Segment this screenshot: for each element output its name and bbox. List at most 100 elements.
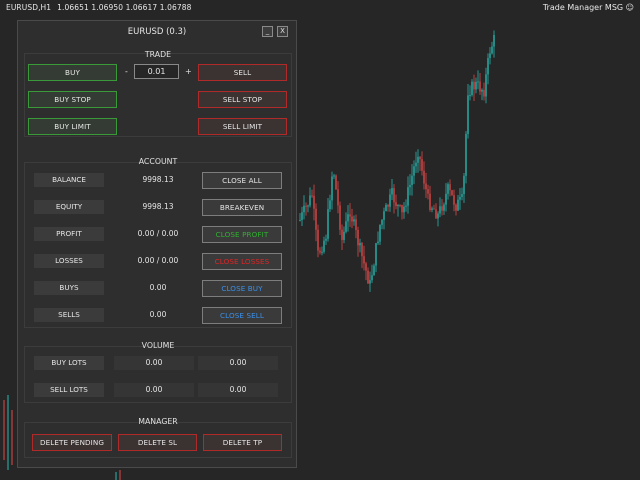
- sell-limit-button[interactable]: SELL LIMIT: [198, 118, 287, 135]
- candle-body: [425, 183, 427, 190]
- buy-lots-value-1: 0.00: [114, 356, 194, 370]
- candle-body: [299, 219, 301, 221]
- candle-body: [357, 230, 359, 246]
- balance-label: BALANCE: [34, 173, 104, 187]
- chart-symbol-info: EURUSD,H1 1.06651 1.06950 1.06617 1.06788: [6, 3, 191, 12]
- candle-body: [331, 176, 333, 201]
- candle-body: [435, 209, 437, 219]
- candle-body: [369, 280, 371, 284]
- candle-body: [433, 208, 435, 210]
- delete-sl-button[interactable]: DELETE SL: [118, 434, 197, 451]
- buys-label: BUYS: [34, 281, 104, 295]
- close-all-button[interactable]: CLOSE ALL: [202, 172, 282, 189]
- buy-lots-value-2: 0.00: [198, 356, 278, 370]
- candle-body: [429, 193, 431, 210]
- panel-title: EURUSD (0.3): [127, 27, 187, 37]
- candle-body: [407, 187, 409, 206]
- lot-minus-button[interactable]: -: [125, 67, 128, 76]
- candle-body: [325, 238, 327, 241]
- candle-body: [405, 205, 407, 207]
- candle-body: [411, 175, 413, 185]
- candle-body: [441, 206, 443, 211]
- candle-body: [437, 213, 439, 219]
- losses-label: LOSSES: [34, 254, 104, 268]
- candle-body: [365, 263, 367, 271]
- buy-limit-button[interactable]: BUY LIMIT: [28, 118, 117, 135]
- delete-pending-button[interactable]: DELETE PENDING: [32, 434, 112, 451]
- candle-body: [479, 81, 481, 92]
- candle-body: [319, 250, 321, 253]
- delete-tp-button[interactable]: DELETE TP: [203, 434, 282, 451]
- candle-body: [457, 199, 459, 211]
- close-losses-button[interactable]: CLOSE LOSSES: [202, 253, 282, 270]
- candle-body: [307, 205, 309, 207]
- lot-size-input[interactable]: 0.01: [134, 64, 179, 79]
- candle-body: [487, 58, 489, 75]
- candle-body: [473, 81, 475, 90]
- candle-body: [389, 194, 391, 207]
- candle-body: [329, 200, 331, 210]
- sell-lots-value-2: 0.00: [198, 383, 278, 397]
- candle-body: [321, 251, 323, 253]
- candle-body: [477, 81, 479, 83]
- candle-body: [481, 89, 483, 92]
- candle-body: [427, 189, 429, 194]
- candle-body: [305, 205, 307, 207]
- candle-body: [459, 196, 461, 200]
- candle-body: [353, 219, 355, 222]
- candle-body: [483, 89, 485, 97]
- candle-body: [373, 265, 375, 276]
- equity-label: EQUITY: [34, 200, 104, 214]
- ea-name-text: Trade Manager MSG: [542, 3, 624, 12]
- candle-body: [423, 170, 425, 184]
- close-sell-button[interactable]: CLOSE SELL: [202, 307, 282, 324]
- sell-button[interactable]: SELL: [198, 64, 287, 81]
- candle-body: [311, 195, 313, 197]
- candle-body: [323, 240, 325, 252]
- sells-label: SELLS: [34, 308, 104, 322]
- candle-body: [359, 243, 361, 246]
- sell-stop-button[interactable]: SELL STOP: [198, 91, 287, 108]
- candle-body: [345, 221, 347, 232]
- buy-lots-label: BUY LOTS: [34, 356, 104, 370]
- candle-body: [363, 256, 365, 264]
- close-button[interactable]: X: [277, 26, 288, 37]
- candle-body: [395, 202, 397, 207]
- candle-body: [327, 209, 329, 239]
- candle-body: [453, 195, 455, 205]
- lot-plus-button[interactable]: +: [185, 67, 192, 76]
- sells-value: 0.00: [149, 310, 167, 319]
- balance-value: 9998.13: [142, 175, 174, 184]
- breakeven-button[interactable]: BREAKEVEN: [202, 199, 282, 216]
- candle-body: [475, 81, 477, 90]
- candle-body: [387, 204, 389, 207]
- candle-body: [469, 94, 471, 96]
- candle-body: [415, 162, 417, 167]
- candle-body: [409, 184, 411, 188]
- candle-body: [403, 206, 405, 213]
- minimize-button[interactable]: _: [262, 26, 273, 37]
- candle-body: [471, 81, 473, 95]
- candle-body: [371, 275, 373, 281]
- close-buy-button[interactable]: CLOSE BUY: [202, 280, 282, 297]
- profit-label: PROFIT: [34, 227, 104, 241]
- candle-body: [491, 46, 493, 54]
- candle-body: [375, 243, 377, 266]
- candle-body: [445, 193, 447, 205]
- candle-body: [313, 195, 315, 209]
- buy-button[interactable]: BUY: [28, 64, 117, 81]
- candle-body: [355, 219, 357, 231]
- candle-body: [379, 224, 381, 242]
- candle-body: [343, 231, 345, 240]
- buy-stop-button[interactable]: BUY STOP: [28, 91, 117, 108]
- candle-body: [377, 241, 379, 244]
- losses-value: 0.00 / 0.00: [137, 256, 179, 265]
- candle-body: [341, 229, 343, 240]
- close-profit-button[interactable]: CLOSE PROFIT: [202, 226, 282, 243]
- candle-body: [367, 270, 369, 284]
- candle-body: [383, 211, 385, 220]
- smiley-icon: ☺: [625, 3, 634, 12]
- candle-body: [401, 205, 403, 213]
- candle-body: [413, 166, 415, 176]
- profit-value: 0.00 / 0.00: [137, 229, 179, 238]
